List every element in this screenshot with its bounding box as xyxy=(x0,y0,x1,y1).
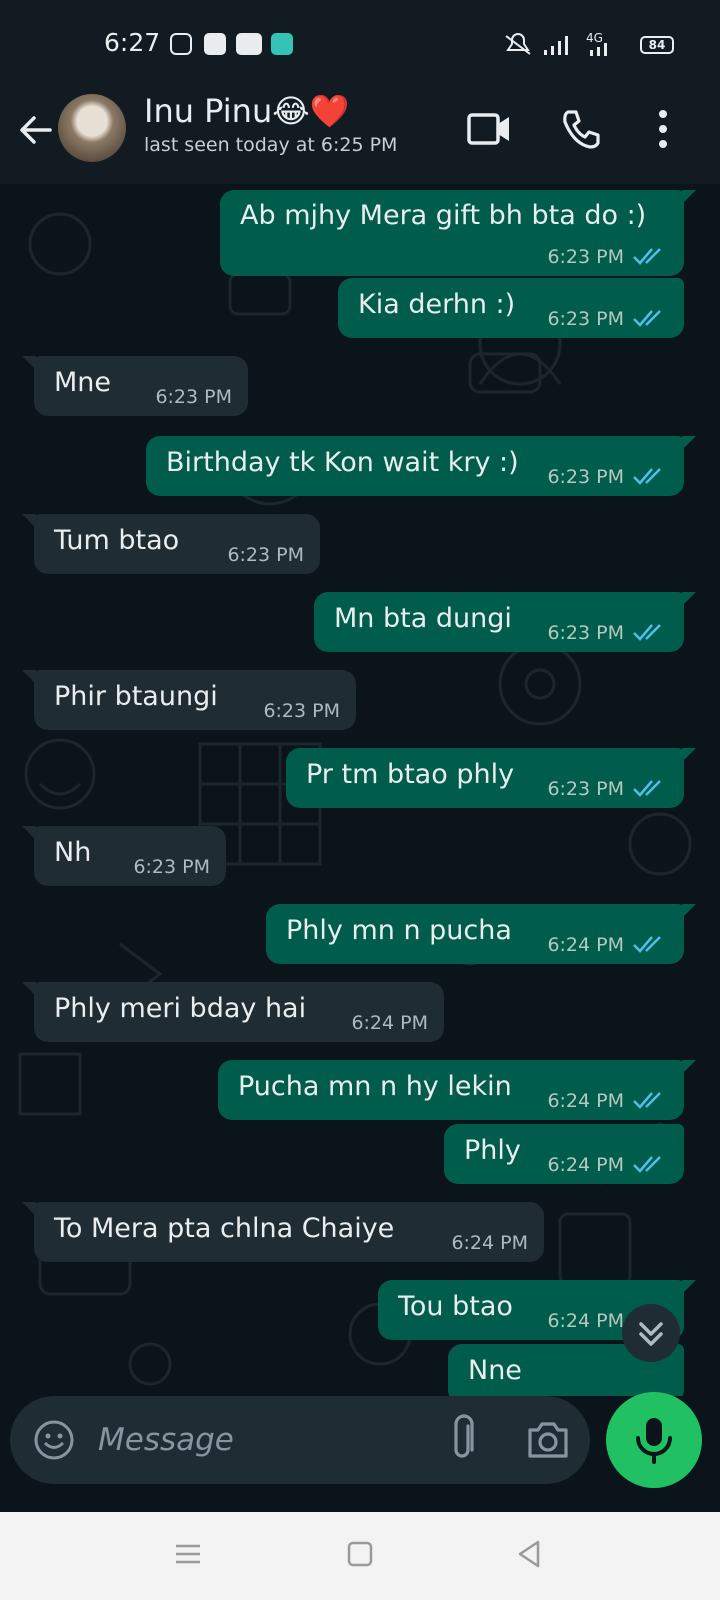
video-call-icon[interactable] xyxy=(464,104,514,154)
status-time: 6:27 xyxy=(104,28,161,57)
message-list[interactable]: Ab mjhy Mera gift bh bta do :) 6:23 PM K… xyxy=(0,184,720,1396)
message-time: 6:23 PM xyxy=(133,856,210,878)
message-time: 6:24 PM xyxy=(451,1232,528,1254)
message-time: 6:23 PM xyxy=(547,466,624,488)
message-time: 6:24 PM xyxy=(351,1012,428,1034)
message-bubble-out[interactable]: Phly 6:24 PM xyxy=(444,1124,684,1184)
message-text: Pucha mn n hy lekin xyxy=(238,1071,512,1102)
message-bubble-out[interactable]: Phly mn n pucha 6:24 PM xyxy=(266,904,696,964)
message-text: Phly meri bday hai xyxy=(54,993,307,1024)
message-text: Phir btaungi xyxy=(54,681,218,712)
message-text: Mn bta dungi xyxy=(334,603,512,634)
message-bubble-in[interactable]: Phly meri bday hai 6:24 PM xyxy=(22,982,444,1042)
message-time: 6:23 PM xyxy=(263,700,340,722)
message-time: 6:24 PM xyxy=(547,934,624,956)
message-bubble-out[interactable]: Pucha mn n hy lekin 6:24 PM xyxy=(218,1060,696,1120)
message-bubble-out[interactable]: Mn bta dungi 6:23 PM xyxy=(314,592,696,652)
message-bubble-in[interactable]: Mne 6:23 PM xyxy=(22,356,248,416)
home-icon[interactable] xyxy=(340,1534,380,1574)
double-check-icon xyxy=(633,780,661,797)
signal-icon xyxy=(544,36,568,55)
message-text: Phly mn n pucha xyxy=(286,915,512,946)
avatar[interactable] xyxy=(58,94,126,162)
microphone-icon xyxy=(636,1418,672,1464)
system-nav-bar xyxy=(0,1512,720,1600)
message-time: 6:24 PM xyxy=(547,1090,624,1112)
message-bubble-in[interactable]: Phir btaungi 6:23 PM xyxy=(22,670,356,730)
double-check-icon xyxy=(633,1156,661,1173)
instagram-icon xyxy=(170,33,192,55)
message-bubble-out[interactable]: Birthday tk Kon wait kry :) 6:23 PM xyxy=(146,436,696,496)
camera-icon[interactable] xyxy=(524,1416,572,1464)
message-text: Ab mjhy Mera gift bh bta do :) xyxy=(240,200,647,231)
double-check-icon xyxy=(633,468,661,485)
back-triangle-icon[interactable] xyxy=(510,1534,550,1574)
contact-name[interactable]: Inu Pinu😂❤️ xyxy=(144,92,349,130)
double-check-icon xyxy=(633,310,661,327)
message-text: Tou btao xyxy=(398,1291,513,1322)
youtube-icon xyxy=(236,33,262,55)
message-time: 6:23 PM xyxy=(547,246,624,268)
message-text: Phly xyxy=(464,1135,521,1166)
message-text: Kia derhn :) xyxy=(358,289,516,320)
double-check-icon xyxy=(633,248,661,265)
chat-header: Inu Pinu😂❤️ last seen today at 6:25 PM xyxy=(0,88,720,184)
message-time: 6:23 PM xyxy=(547,778,624,800)
message-time: 6:24 PM xyxy=(547,1310,624,1332)
last-seen: last seen today at 6:25 PM xyxy=(144,134,398,156)
message-text: Nh xyxy=(54,837,92,868)
message-bubble-in[interactable]: To Mera pta chlna Chaiye 6:24 PM xyxy=(22,1202,544,1262)
message-time: 6:23 PM xyxy=(547,622,624,644)
message-text: Tum btao xyxy=(54,525,180,556)
mute-icon xyxy=(505,33,531,55)
message-input[interactable] xyxy=(98,1414,438,1466)
message-bubble-in[interactable]: Nh 6:23 PM xyxy=(22,826,226,886)
more-vertical-icon[interactable] xyxy=(638,104,688,154)
facebook-icon xyxy=(204,33,226,55)
message-text: Mne xyxy=(54,367,112,398)
message-bubble-in[interactable]: Tum btao 6:23 PM xyxy=(22,514,320,574)
paperclip-icon[interactable] xyxy=(444,1414,480,1464)
voice-message-button[interactable] xyxy=(606,1392,702,1488)
double-check-icon xyxy=(633,624,661,641)
signal-2-icon xyxy=(590,43,607,56)
menu-icon[interactable] xyxy=(168,1534,208,1574)
phone-icon[interactable] xyxy=(556,104,606,154)
message-text: Nne xyxy=(468,1355,522,1386)
battery-level: 84 xyxy=(648,38,666,52)
message-bubble-out[interactable]: Pr tm btao phly 6:23 PM xyxy=(286,748,696,808)
message-time: 6:24 PM xyxy=(547,1154,624,1176)
battery-indicator: 84 xyxy=(640,36,674,54)
message-bubble-out[interactable]: Ab mjhy Mera gift bh bta do :) 6:23 PM xyxy=(220,190,696,276)
double-check-icon xyxy=(633,1092,661,1109)
double-chevron-down-icon xyxy=(639,1322,663,1346)
app-icon xyxy=(271,33,293,55)
message-bubble-out[interactable]: Kia derhn :) 6:23 PM xyxy=(338,278,684,338)
scroll-to-bottom-button[interactable] xyxy=(622,1304,680,1362)
message-time: 6:23 PM xyxy=(227,544,304,566)
emoji-icon[interactable] xyxy=(32,1418,76,1462)
message-text: Pr tm btao phly xyxy=(306,759,515,790)
message-time: 6:23 PM xyxy=(547,308,624,330)
double-check-icon xyxy=(633,936,661,953)
message-text: Birthday tk Kon wait kry :) xyxy=(166,447,519,478)
status-bar: 6:27 4G 84 xyxy=(0,0,720,88)
composer xyxy=(10,1396,590,1484)
arrow-left-icon[interactable] xyxy=(16,110,56,150)
message-text: To Mera pta chlna Chaiye xyxy=(54,1213,395,1244)
message-time: 6:23 PM xyxy=(155,386,232,408)
